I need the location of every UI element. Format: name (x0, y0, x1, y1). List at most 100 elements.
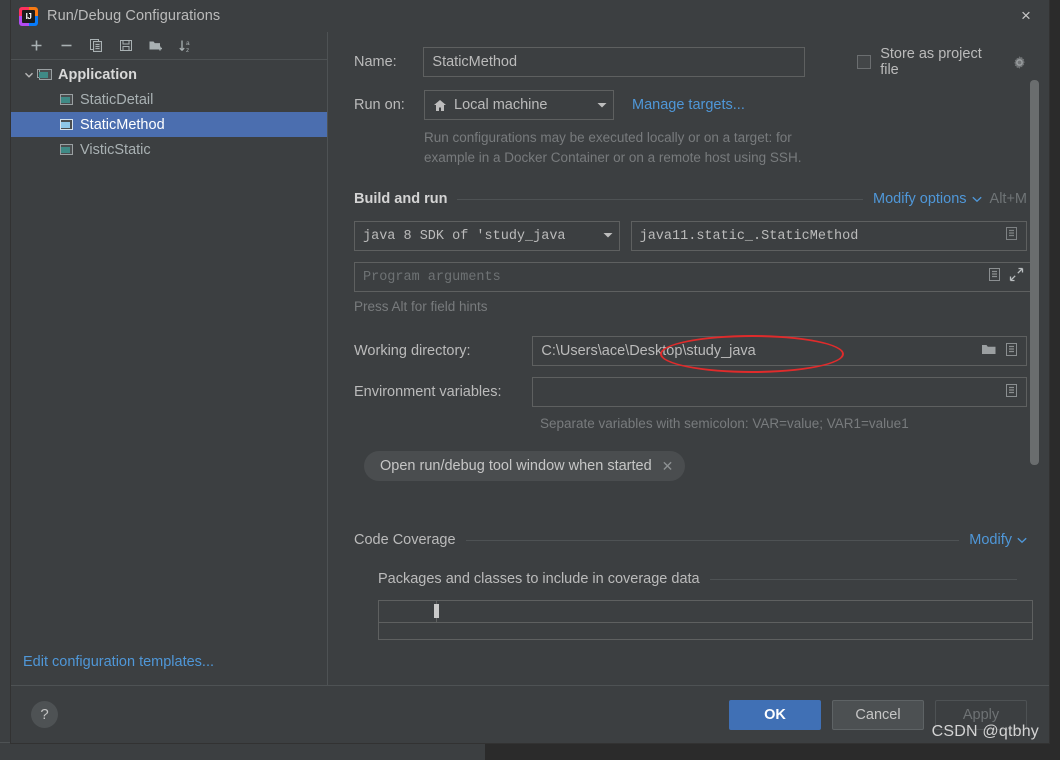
run-on-dropdown[interactable]: Local machine (424, 90, 614, 120)
background-taskbar-strip-a (0, 742, 245, 760)
svg-text:a: a (186, 40, 190, 47)
run-on-value: Local machine (454, 97, 548, 113)
chevron-down-icon[interactable] (589, 97, 607, 113)
tree-group-application[interactable]: Application (11, 62, 327, 87)
environment-variables-row: Environment variables: (354, 377, 1027, 407)
coverage-packages-label: Packages and classes to include in cover… (378, 571, 700, 587)
run-on-description: Run configurations may be executed local… (424, 128, 1027, 168)
store-as-project-file-label: Store as project file (880, 46, 1003, 78)
configurations-left-panel: a z Application (11, 32, 328, 685)
tree-item-staticmethod[interactable]: StaticMethod (11, 112, 327, 137)
home-icon (433, 99, 447, 112)
edit-configuration-templates-link[interactable]: Edit configuration templates... (23, 654, 214, 670)
ok-button[interactable]: OK (729, 700, 821, 730)
tree-item-label: StaticDetail (80, 92, 153, 108)
jdk-and-main-class-row: java 8 SDK of 'study_java java11.static_… (354, 221, 1027, 251)
field-hints-text: Press Alt for field hints (354, 299, 1027, 314)
dialog-body: a z Application (11, 32, 1049, 685)
help-button[interactable]: ? (31, 701, 58, 728)
details-scrollbar-thumb[interactable] (1030, 80, 1039, 465)
save-configuration-button[interactable] (111, 34, 141, 58)
main-class-input[interactable]: java11.static_.StaticMethod (631, 221, 1027, 251)
working-directory-value: C:\Users\ace\Desktop\study_java (541, 343, 755, 359)
jdk-value: java 8 SDK of 'study_java (363, 229, 566, 244)
left-panel-footer: Edit configuration templates... (11, 653, 327, 685)
folder-icon[interactable] (981, 342, 997, 360)
coverage-packages-header: Packages and classes to include in cover… (378, 571, 1027, 587)
name-input-value: StaticMethod (432, 54, 517, 70)
watermark: CSDN @qtbhy (932, 723, 1039, 741)
name-label: Name: (354, 54, 423, 70)
working-directory-row: Working directory: C:\Users\ace\Desktop\… (354, 336, 1027, 366)
list-icon[interactable] (988, 267, 1001, 287)
coverage-packages-table[interactable] (378, 600, 1033, 640)
background-taskbar-strip-c (485, 742, 1060, 760)
list-icon[interactable] (1005, 342, 1018, 361)
dialog-title: Run/Debug Configurations (47, 8, 220, 24)
close-icon[interactable]: ✕ (662, 458, 674, 475)
modify-options-link[interactable]: Modify options (873, 191, 967, 207)
tree-item-staticdetail[interactable]: StaticDetail (11, 87, 327, 112)
working-directory-label: Working directory: (354, 343, 532, 359)
name-input[interactable]: StaticMethod (423, 47, 805, 77)
background-taskbar-strip-b (245, 742, 485, 760)
chevron-down-icon[interactable] (595, 229, 613, 244)
cancel-button[interactable]: Cancel (832, 700, 924, 730)
code-coverage-header: Code Coverage Modify (354, 531, 1027, 549)
section-divider-line (457, 199, 863, 200)
tree-item-label: StaticMethod (80, 117, 165, 133)
manage-targets-link[interactable]: Manage targets... (632, 97, 745, 113)
open-tool-window-chip[interactable]: Open run/debug tool window when started … (364, 451, 685, 481)
code-coverage-title: Code Coverage (354, 532, 456, 548)
application-item-icon (59, 119, 73, 131)
add-configuration-button[interactable] (21, 34, 51, 58)
close-icon[interactable]: × (1017, 7, 1035, 25)
name-row: Name: StaticMethod Store as project file (354, 46, 1027, 78)
environment-variables-input[interactable] (532, 377, 1027, 407)
copy-configuration-button[interactable] (81, 34, 111, 58)
program-arguments-input[interactable]: Program arguments (354, 262, 1033, 292)
list-icon[interactable] (1005, 383, 1018, 402)
environment-variables-label: Environment variables: (354, 384, 532, 400)
svg-text:z: z (186, 47, 189, 54)
working-directory-input[interactable]: C:\Users\ace\Desktop\study_java (532, 336, 1027, 366)
application-item-icon (59, 144, 73, 156)
application-group-icon (37, 69, 51, 81)
column-resize-handle[interactable] (434, 604, 439, 618)
expand-editor-icon[interactable] (1009, 267, 1024, 287)
chevron-down-icon[interactable] (1017, 531, 1027, 549)
jdk-dropdown[interactable]: java 8 SDK of 'study_java (354, 221, 620, 251)
chevron-down-icon[interactable] (972, 190, 982, 208)
intellij-idea-logo-icon: IJ (19, 7, 38, 26)
details-scrollbar[interactable] (1030, 80, 1039, 625)
gear-icon[interactable] (1012, 55, 1027, 70)
store-as-project-file-checkbox[interactable] (857, 55, 871, 69)
configuration-details-panel: Name: StaticMethod Store as project file (328, 32, 1049, 685)
run-debug-configurations-dialog: IJ Run/Debug Configurations × (10, 0, 1050, 744)
code-coverage-modify-link[interactable]: Modify (969, 532, 1012, 548)
build-and-run-title: Build and run (354, 191, 447, 207)
dialog-title-bar: IJ Run/Debug Configurations × (11, 0, 1049, 32)
configurations-toolbar: a z (11, 32, 327, 60)
remove-configuration-button[interactable] (51, 34, 81, 58)
list-icon[interactable] (1005, 226, 1018, 246)
application-item-icon (59, 94, 73, 106)
modify-options-shortcut: Alt+M (990, 191, 1027, 207)
tree-group-label: Application (58, 67, 137, 83)
new-folder-button[interactable] (141, 34, 171, 58)
open-tool-window-chip-label: Open run/debug tool window when started (380, 458, 652, 474)
run-on-label: Run on: (354, 97, 424, 113)
chevron-down-icon[interactable] (21, 70, 37, 80)
build-and-run-header: Build and run Modify options Alt+M (354, 190, 1027, 208)
dialog-button-bar: ? OK Cancel Apply CSDN @qtbhy (11, 685, 1049, 743)
sort-alphabetically-button[interactable]: a z (171, 34, 201, 58)
configuration-scroll-area: Name: StaticMethod Store as project file (328, 32, 1049, 685)
run-on-description-line-1: Run configurations may be executed local… (424, 128, 1027, 148)
tree-item-visticstatic[interactable]: VisticStatic (11, 137, 327, 162)
program-arguments-placeholder: Program arguments (363, 270, 501, 285)
environment-variables-hint: Separate variables with semicolon: VAR=v… (540, 416, 1027, 431)
tree-item-label: VisticStatic (80, 142, 151, 158)
run-on-row: Run on: Local machine Manage targets... (354, 90, 1027, 120)
run-on-description-line-2: example in a Docker Container or on a re… (424, 148, 1027, 168)
section-divider-line (466, 540, 960, 541)
